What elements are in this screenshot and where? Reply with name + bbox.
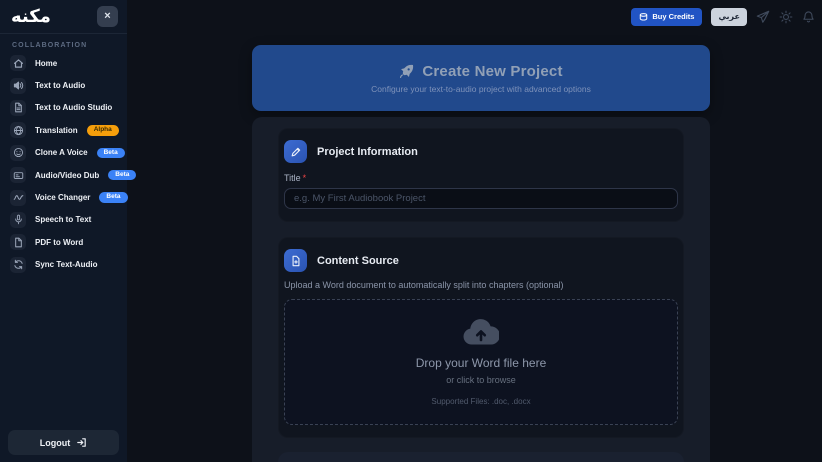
required-asterisk: *: [303, 173, 307, 183]
buy-credits-label: Buy Credits: [652, 12, 694, 21]
sidebar-item-text-to-audio[interactable]: Text to Audio: [0, 74, 127, 96]
clone-voice-icon: [10, 145, 26, 161]
language-toggle-button[interactable]: عربي: [711, 8, 747, 26]
beta-badge: Beta: [99, 192, 127, 203]
sun-icon[interactable]: [779, 10, 793, 24]
home-icon: [10, 55, 26, 71]
page-title: Create New Project: [422, 63, 562, 80]
sidebar-footer: Logout: [0, 423, 127, 462]
form-panel: Project Information Title* Content Sourc…: [252, 117, 710, 462]
page-subtitle: Configure your text-to-audio project wit…: [371, 84, 591, 94]
section-heading: Content Source: [317, 255, 399, 267]
app-logo[interactable]: مكنه: [11, 6, 51, 27]
section-heading: Project Information: [317, 146, 418, 158]
beta-badge: Beta: [97, 148, 125, 159]
main-content: Create New Project Configure your text-t…: [252, 45, 710, 462]
globe-icon: [10, 122, 26, 138]
content-source-card: Content Source Upload a Word document to…: [278, 237, 684, 438]
card-head: Project Information: [284, 140, 678, 163]
sync-icon: [10, 257, 26, 273]
project-title-input[interactable]: [284, 188, 678, 209]
beta-badge: Beta: [108, 170, 136, 181]
dropzone-secondary-text: or click to browse: [446, 375, 516, 385]
file-plus-icon: [284, 249, 307, 272]
logout-label: Logout: [40, 438, 71, 448]
sidebar-item-label: PDF to Word: [35, 238, 83, 247]
sidebar-item-clone-a-voice[interactable]: Clone A Voice Beta: [0, 142, 127, 164]
sidebar-item-text-to-audio-studio[interactable]: Text to Audio Studio: [0, 97, 127, 119]
file-dropzone[interactable]: Drop your Word file here or click to bro…: [284, 299, 678, 425]
sidebar-item-translation[interactable]: Translation Alpha: [0, 119, 127, 141]
sidebar-item-speech-to-text[interactable]: Speech to Text: [0, 209, 127, 231]
project-information-card: Project Information Title*: [278, 128, 684, 222]
create-project-banner: Create New Project Configure your text-t…: [252, 45, 710, 111]
sidebar-header: مكنه ×: [0, 0, 127, 34]
coins-icon: [639, 12, 648, 22]
sidebar-item-home[interactable]: Home: [0, 52, 127, 74]
sidebar-item-label: Text to Audio: [35, 81, 85, 90]
close-sidebar-button[interactable]: ×: [97, 6, 118, 27]
sidebar-menu: Home Text to Audio Text to Audio Studio …: [0, 52, 127, 276]
title-field-label: Title*: [284, 173, 678, 183]
sidebar-item-label: Audio/Video Dub: [35, 171, 99, 180]
microphone-icon: [10, 212, 26, 228]
pen-icon: [284, 140, 307, 163]
rocket-icon: [399, 64, 414, 79]
dropzone-primary-text: Drop your Word file here: [416, 356, 547, 370]
logout-button[interactable]: Logout: [8, 430, 119, 455]
card-head: Content Source: [284, 249, 678, 272]
bell-icon[interactable]: [802, 10, 815, 24]
sidebar-item-label: Home: [35, 59, 57, 68]
speaker-icon: [10, 78, 26, 94]
sidebar-item-label: Sync Text-Audio: [35, 260, 98, 269]
sidebar-item-label: Translation: [35, 126, 78, 135]
cloud-upload-icon: [463, 319, 499, 345]
sidebar-item-pdf-to-word[interactable]: PDF to Word: [0, 231, 127, 253]
alpha-badge: Alpha: [87, 125, 119, 136]
topbar: Buy Credits عربي: [127, 0, 822, 33]
next-section-card: [278, 452, 684, 462]
close-icon: ×: [104, 11, 110, 22]
sidebar-item-voice-changer[interactable]: Voice Changer Beta: [0, 186, 127, 208]
buy-credits-button[interactable]: Buy Credits: [631, 8, 702, 26]
sidebar: مكنه × COLLABORATION Home Text to Audio …: [0, 0, 127, 462]
sidebar-item-label: Text to Audio Studio: [35, 103, 112, 112]
sidebar-section-label: COLLABORATION: [0, 34, 127, 52]
sidebar-item-audio-video-dub[interactable]: Audio/Video Dub Beta: [0, 164, 127, 186]
document-icon: [10, 100, 26, 116]
video-dub-icon: [10, 167, 26, 183]
banner-title-row: Create New Project: [399, 63, 562, 80]
sidebar-item-label: Voice Changer: [35, 193, 90, 202]
sidebar-item-sync-text-audio[interactable]: Sync Text-Audio: [0, 254, 127, 276]
send-icon[interactable]: [756, 10, 770, 24]
sidebar-item-label: Clone A Voice: [35, 148, 88, 157]
waveform-icon: [10, 190, 26, 206]
dropzone-supported-files: Supported Files: .doc, .docx: [431, 397, 530, 406]
content-source-description: Upload a Word document to automatically …: [284, 280, 678, 290]
logout-icon: [76, 437, 87, 448]
sidebar-item-label: Speech to Text: [35, 215, 91, 224]
file-icon: [10, 234, 26, 250]
